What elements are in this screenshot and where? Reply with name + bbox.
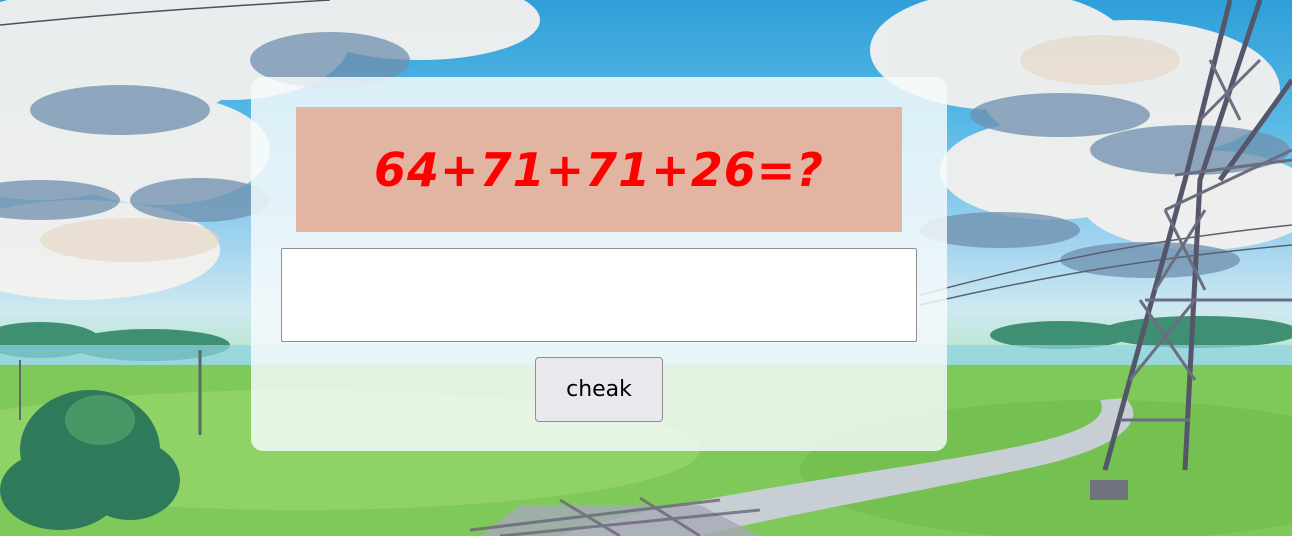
captcha-question: 64+71+71+26=? bbox=[374, 142, 824, 197]
captcha-card: 64+71+71+26=? cheak bbox=[251, 77, 947, 451]
captcha-question-box: 64+71+71+26=? bbox=[296, 107, 902, 232]
check-button[interactable]: cheak bbox=[535, 357, 663, 422]
answer-input[interactable] bbox=[281, 248, 917, 342]
